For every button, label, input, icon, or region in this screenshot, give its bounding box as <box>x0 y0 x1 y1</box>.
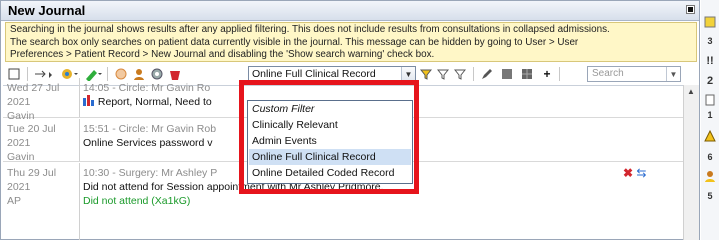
row-user: AP <box>7 195 22 207</box>
warning-line: Searching in the journal shows results a… <box>10 24 610 35</box>
transfer-arrows-icon[interactable]: ⇆ <box>636 166 646 180</box>
row-header: 15:51 - Circle: Mr Gavin Rob <box>83 123 217 135</box>
sidebar-alert: !! <box>706 55 714 67</box>
journal-panel: New Journal Searching in the journal sho… <box>0 0 700 240</box>
window-menu-button[interactable] <box>686 5 695 14</box>
right-sidebar: 3 !! 2 1 6 5 <box>701 0 719 240</box>
sidebar-count: 2 <box>706 75 714 87</box>
row-date-cell: Wed 27 Jul 2021 Gavin <box>3 78 80 122</box>
sidebar-count: 6 <box>707 152 713 162</box>
vertical-scrollbar[interactable]: ▲ <box>683 85 699 240</box>
title-bar: New Journal <box>1 1 699 21</box>
row-text-wrap: Report, Normal, Need to <box>83 95 212 109</box>
window-title: New Journal <box>8 3 86 18</box>
row-date-cell: Thu 29 Jul 2021 AP <box>3 163 80 240</box>
sidebar-icon[interactable] <box>701 94 719 108</box>
person-icon[interactable] <box>701 170 719 184</box>
row-date: Tue 20 Jul 2021 <box>7 123 56 149</box>
cross-icon[interactable]: ✖ <box>623 166 633 180</box>
sidebar-count: 1 <box>707 110 713 120</box>
row-text: Report, Normal, Need to <box>97 96 212 108</box>
row-header: 14:05 - Circle: Mr Gavin Ro <box>83 82 211 94</box>
row-user: Gavin <box>7 151 35 163</box>
row-content: 15:51 - Circle: Mr Gavin Rob Online Serv… <box>83 122 216 150</box>
warning-line: Preferences > Patient Record > New Journ… <box>10 49 435 61</box>
row-icons: ✖ ⇆ <box>623 166 646 180</box>
sidebar-count: 5 <box>707 191 713 201</box>
scroll-up-icon[interactable]: ▲ <box>687 87 695 96</box>
warning-line: The search box only searches on patient … <box>10 36 579 48</box>
sidebar-count: 3 <box>707 36 713 46</box>
warning-icon[interactable] <box>701 129 719 144</box>
search-warning: Searching in the journal shows results a… <box>5 22 697 62</box>
row-content: 14:05 - Circle: Mr Gavin Ro Report, Norm… <box>83 81 212 109</box>
sidebar-icon[interactable] <box>701 16 719 30</box>
report-icon <box>83 95 94 106</box>
row-code: Did not attend (Xa1kG) <box>83 195 191 207</box>
row-date: Wed 27 Jul 2021 <box>7 82 60 108</box>
row-date: Thu 29 Jul 2021 <box>7 167 57 193</box>
highlight-box <box>239 80 419 194</box>
row-date-cell: Tue 20 Jul 2021 Gavin <box>3 119 80 163</box>
row-text: Online Services password v <box>83 137 213 149</box>
